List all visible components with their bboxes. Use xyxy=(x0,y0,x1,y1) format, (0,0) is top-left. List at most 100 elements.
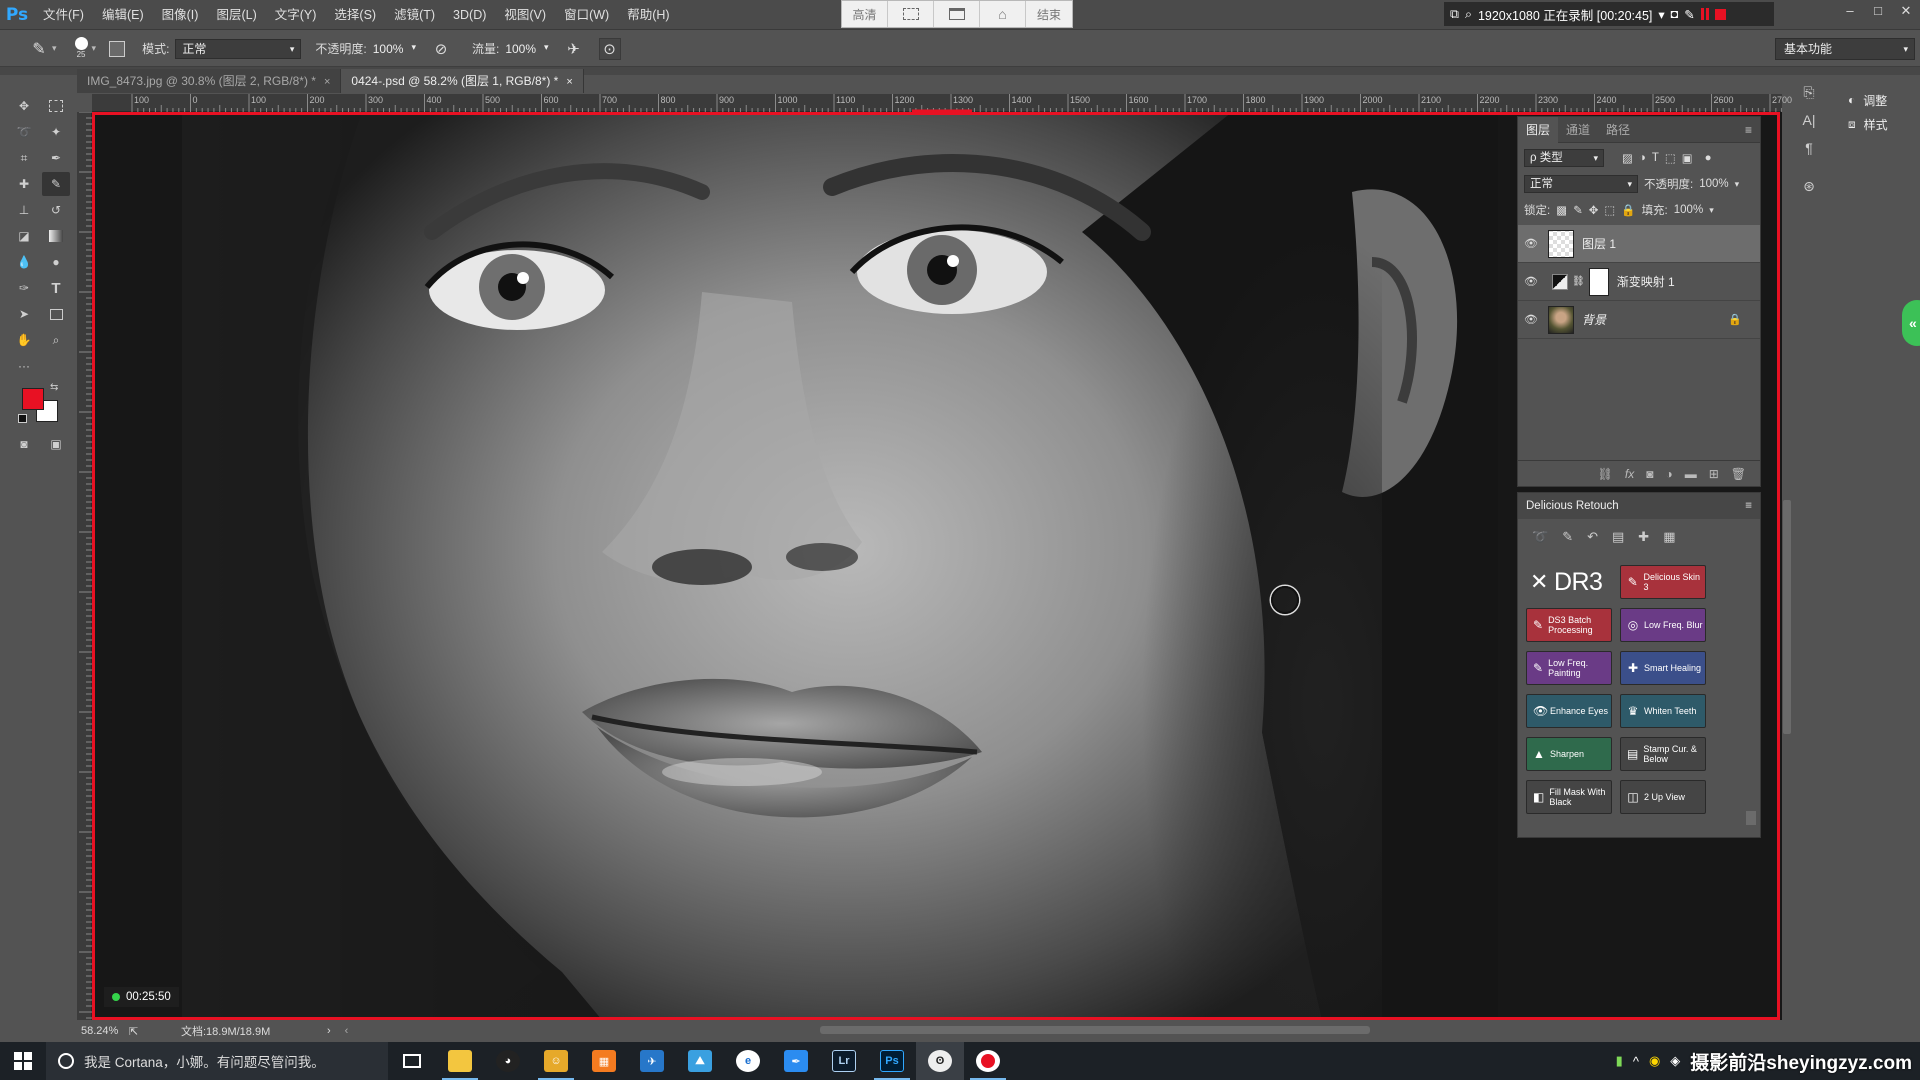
adjustment-layer-icon[interactable]: ◑ xyxy=(1665,467,1672,481)
battery-icon[interactable]: ▮ xyxy=(1616,1053,1623,1069)
recorder-home-button[interactable]: ⌂ xyxy=(980,1,1026,27)
right-scrollbar[interactable] xyxy=(1783,500,1791,734)
taskbar-app-blue[interactable]: ✈ xyxy=(628,1042,676,1080)
paragraph-icon[interactable]: ¶ xyxy=(1796,134,1822,162)
taskbar-photoshop[interactable]: Ps xyxy=(868,1042,916,1080)
taskbar-explorer[interactable] xyxy=(436,1042,484,1080)
menu-image[interactable]: 图像(I) xyxy=(153,0,208,30)
character-icon[interactable]: A| xyxy=(1796,106,1822,134)
brush-tool-icon[interactable]: ✎ xyxy=(42,172,70,196)
recorder-window-button[interactable] xyxy=(934,1,980,27)
close-icon[interactable]: × xyxy=(566,76,572,88)
panel-menu-icon[interactable]: ≡ xyxy=(1745,123,1752,137)
maximize-button[interactable]: □ xyxy=(1864,0,1892,24)
marquee-tool-icon[interactable] xyxy=(42,94,70,118)
pressure-size-icon[interactable]: ⊙ xyxy=(598,37,621,60)
task-view-button[interactable] xyxy=(388,1042,436,1080)
healing-icon[interactable]: ✚ xyxy=(1638,529,1649,545)
dr-button-sharpen[interactable]: ▲ Sharpen xyxy=(1526,737,1612,771)
scroll-left-icon[interactable]: ‹ xyxy=(345,1025,349,1037)
menu-layer[interactable]: 图层(L) xyxy=(207,0,265,30)
dr-button-low-freq-painting[interactable]: ✎ Low Freq. Painting xyxy=(1526,651,1612,685)
dr-scrollbar[interactable] xyxy=(1746,811,1756,825)
dropdown-icon[interactable]: ▾ xyxy=(52,43,57,54)
menu-help[interactable]: 帮助(H) xyxy=(618,0,678,30)
layer-row[interactable]: 👁 背景 🔒 xyxy=(1518,301,1760,339)
path-selection-tool-icon[interactable]: ➤ xyxy=(10,302,38,326)
fill-value[interactable]: 100% xyxy=(1674,204,1703,216)
lock-transparent-icon[interactable]: ▩ xyxy=(1556,203,1567,217)
filter-type-icon[interactable]: T xyxy=(1652,152,1659,164)
pressure-opacity-icon[interactable]: ⊘ xyxy=(430,38,452,60)
camera-icon[interactable]: ◘ xyxy=(1671,7,1679,21)
menu-window[interactable]: 窗口(W) xyxy=(555,0,618,30)
eyedropper-tool-icon[interactable]: ✒ xyxy=(42,146,70,170)
close-button[interactable]: ✕ xyxy=(1892,0,1920,24)
type-tool-icon[interactable]: T xyxy=(42,276,70,300)
dr-button-2-up-view[interactable]: ◫ 2 Up View xyxy=(1620,780,1706,814)
brush-preset-picker[interactable]: 25 xyxy=(74,37,88,60)
tab-paths[interactable]: 路径 xyxy=(1598,117,1638,143)
taskbar-app-feather[interactable]: ✒ xyxy=(772,1042,820,1080)
chevron-down-icon[interactable]: ▾ xyxy=(1735,179,1740,190)
visibility-eye-icon[interactable]: 👁 xyxy=(1518,313,1544,326)
styles-tab[interactable]: ⧈ 样式 xyxy=(1838,112,1920,136)
tab-img8473[interactable]: IMG_8473.jpg @ 30.8% (图层 2, RGB/8*) * × xyxy=(77,69,342,93)
tray-up-arrow-icon[interactable]: ^ xyxy=(1633,1054,1639,1069)
more-tools-icon[interactable]: ··· xyxy=(10,354,38,378)
airbrush-icon[interactable]: ✈ xyxy=(563,38,585,60)
filter-pixel-icon[interactable]: ▨ xyxy=(1622,151,1633,165)
menu-edit[interactable]: 编辑(E) xyxy=(93,0,153,30)
taskbar-app-yellow[interactable]: ☺ xyxy=(532,1042,580,1080)
history-icon[interactable]: ⎘ xyxy=(1796,78,1822,106)
tab-channels[interactable]: 通道 xyxy=(1558,117,1598,143)
foreground-color-swatch[interactable] xyxy=(22,388,44,410)
opacity-field[interactable]: 100% ▾ xyxy=(373,42,416,56)
filter-shape-icon[interactable]: ⬚ xyxy=(1665,151,1676,165)
export-icon[interactable]: ⇱ xyxy=(129,1025,149,1038)
taskbar-lightroom[interactable]: Lr xyxy=(820,1042,868,1080)
crop-tool-icon[interactable]: ⌗ xyxy=(10,146,38,170)
menu-file[interactable]: 文件(F) xyxy=(34,0,93,30)
workspace-select[interactable]: 基本功能 ▾ xyxy=(1775,38,1915,60)
visibility-eye-icon[interactable]: 👁 xyxy=(1518,275,1544,288)
minimize-button[interactable]: – xyxy=(1836,0,1864,24)
group-folder-icon[interactable]: ▬ xyxy=(1685,467,1697,481)
trash-icon[interactable]: 🗑 xyxy=(1731,467,1746,481)
healing-brush-tool-icon[interactable]: ✚ xyxy=(10,172,38,196)
dr-button-whiten-teeth[interactable]: ♛ Whiten Teeth xyxy=(1620,694,1706,728)
menu-view[interactable]: 视图(V) xyxy=(495,0,555,30)
new-layer-icon[interactable]: ⊞ xyxy=(1709,467,1719,481)
pen-icon[interactable]: ✎ xyxy=(1684,7,1694,22)
brush-icon[interactable]: ✎ xyxy=(1562,529,1573,545)
start-button[interactable] xyxy=(0,1042,46,1080)
stamp-icon[interactable]: ▤ xyxy=(1612,529,1624,545)
recorder-end-button[interactable]: 结束 xyxy=(1026,1,1072,27)
menu-type[interactable]: 文字(Y) xyxy=(266,0,326,30)
layer-row[interactable]: 👁 ⛓ 渐变映射 1 xyxy=(1518,263,1760,301)
lock-all-icon[interactable]: 🔒 xyxy=(1621,203,1635,217)
add-mask-icon[interactable]: ◙ xyxy=(1646,467,1653,481)
hand-tool-icon[interactable]: ✋ xyxy=(10,328,38,352)
flow-field[interactable]: 100% ▾ xyxy=(505,42,548,56)
pen-tool-icon[interactable]: ✑ xyxy=(10,276,38,300)
default-colors-icon[interactable] xyxy=(18,414,27,423)
filter-smart-icon[interactable]: ▣ xyxy=(1682,151,1693,165)
recorder-hd-button[interactable]: 高清 xyxy=(842,1,888,27)
zoom-level[interactable]: 58.24% xyxy=(81,1025,129,1037)
chain-link-icon[interactable]: ⛓ xyxy=(1572,276,1585,287)
lock-pixels-icon[interactable]: ✎ xyxy=(1573,203,1583,217)
dr-button-enhance-eyes[interactable]: 👁 Enhance Eyes xyxy=(1526,694,1612,728)
layer-row[interactable]: 👁 图层 1 xyxy=(1518,225,1760,263)
taskbar-app-bear[interactable]: ʘ xyxy=(916,1042,964,1080)
horizontal-scrollbar[interactable] xyxy=(820,1026,1370,1034)
mode-select[interactable]: 正常 ▾ xyxy=(175,38,302,59)
lock-artboard-icon[interactable]: ⬚ xyxy=(1604,203,1615,217)
menu-3d[interactable]: 3D(D) xyxy=(444,0,495,30)
dodge-tool-icon[interactable]: ● xyxy=(42,250,70,274)
taskbar-qq[interactable]: ◕ xyxy=(484,1042,532,1080)
zoom-tool-icon[interactable]: ⌕ xyxy=(42,328,70,352)
dr-button-ds3-batch-processing[interactable]: ✎ DS3 Batch Processing xyxy=(1526,608,1612,642)
swap-colors-icon[interactable]: ⇆ xyxy=(50,382,58,393)
plugin-icon[interactable]: ⊛ xyxy=(1796,172,1822,200)
